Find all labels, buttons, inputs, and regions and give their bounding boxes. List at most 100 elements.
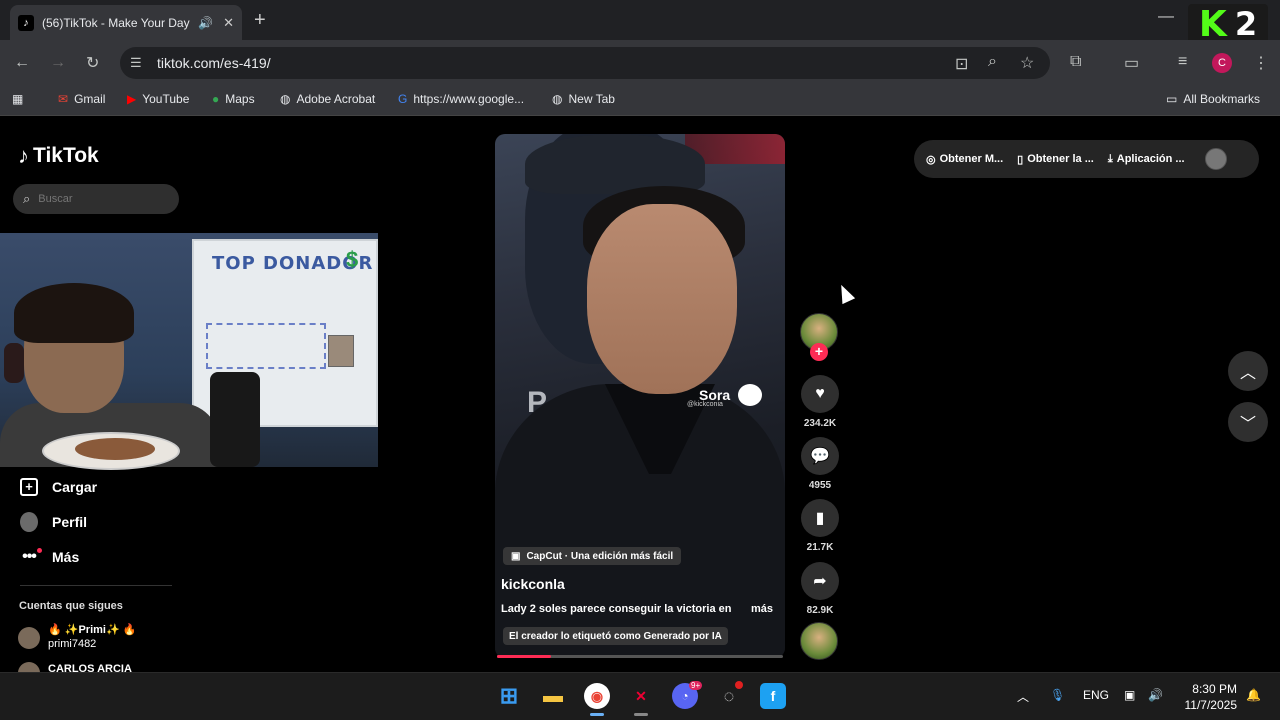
sora-watermark-handle: @kickconia	[687, 401, 723, 408]
tiktok-top-actions: ◎ Obtener M... ▯ Obtener la ... ⤓ Aplicació…	[914, 140, 1259, 178]
following-account[interactable]: CARLOS ARCIA	[18, 662, 132, 672]
account-display-name: CARLOS ARCIA	[48, 663, 132, 672]
windows-start-icon[interactable]: ⊞	[496, 683, 522, 709]
more-link[interactable]: más	[751, 603, 773, 615]
globe-icon: ◍	[280, 92, 291, 106]
site-info-icon[interactable]: ☰	[130, 55, 142, 71]
ai-generated-label[interactable]: El creador lo etiquetó como Generado por…	[503, 627, 728, 645]
extensions-icon[interactable]: ⧉	[1070, 53, 1081, 71]
capcut-tag[interactable]: ▣ CapCut · Una edición más fácil	[503, 547, 682, 565]
whiteboard-frame	[206, 323, 326, 369]
profile-avatar[interactable]: C	[1212, 53, 1232, 73]
video-face	[587, 204, 737, 394]
search-box[interactable]: ⌕	[13, 184, 179, 214]
media-controls-icon[interactable]: ≡	[1178, 53, 1187, 71]
video-username[interactable]: kickconla	[501, 576, 565, 592]
maps-pin-icon: ●	[212, 92, 220, 106]
save-button[interactable]: ▮	[801, 499, 839, 537]
comment-count: 4955	[808, 480, 832, 491]
running-indicator	[634, 713, 648, 716]
user-avatar[interactable]	[1204, 148, 1227, 170]
share-button[interactable]: ➦	[801, 562, 839, 600]
chrome-taskbar-icon[interactable]: ◉	[584, 683, 610, 709]
nav-perfil[interactable]: Perfil	[20, 512, 87, 532]
follow-plus-icon[interactable]: +	[810, 343, 828, 361]
reload-icon[interactable]: ↻	[86, 53, 99, 73]
chevron-down-icon: ﹀	[1239, 416, 1256, 433]
gmail-icon: ✉	[58, 92, 69, 106]
bookmark-google[interactable]: Ghttps://www.google...	[398, 92, 524, 106]
streamer-hair	[14, 283, 134, 343]
phone-icon: ▯	[1017, 153, 1024, 166]
upload-plus-icon: +	[20, 478, 38, 496]
clock-date: 11/7/2025	[1184, 698, 1238, 712]
video-cap	[525, 134, 705, 194]
save-count: 21.7K	[806, 542, 834, 553]
account-handle: primi7482	[48, 638, 97, 650]
new-tab-icon[interactable]: +	[254, 9, 266, 32]
folder-icon: ▭	[1166, 92, 1178, 106]
get-coins-button[interactable]: ◎ Obtener M...	[926, 153, 1003, 166]
audio-playing-icon[interactable]: 🔊	[198, 16, 213, 30]
desktop-app-button[interactable]: ⤓ Aplicación ...	[1108, 153, 1185, 166]
capcut-icon: ▣	[511, 550, 521, 562]
like-count: 234.2K	[803, 418, 837, 429]
tab-search-icon[interactable]: ▭	[1124, 53, 1139, 73]
app-f-taskbar-icon[interactable]: f	[760, 683, 786, 709]
search-input[interactable]	[38, 193, 159, 205]
bookmark-gmail[interactable]: ✉ Gmail	[58, 92, 105, 106]
all-bookmarks[interactable]: ▭ All Bookmarks	[1166, 92, 1260, 106]
browser-tab-tiktok[interactable]: ♪ (56)TikTok - Make Your Day 🔊 ✕	[10, 5, 242, 40]
previous-video-button[interactable]: ︿	[1228, 351, 1268, 391]
tab-title: (56)TikTok - Make Your Day	[42, 15, 190, 30]
tray-chevron-up-icon[interactable]: ︿	[1017, 688, 1029, 705]
back-arrow-icon[interactable]: ←	[14, 54, 30, 72]
video-progress-fill	[497, 655, 552, 658]
following-account[interactable]: 🔥 ✨Primi✨ 🔥 primi7482	[18, 623, 136, 651]
like-button[interactable]: ♥	[801, 375, 839, 413]
more-dots-icon: •••	[20, 548, 42, 566]
tiktok-logo[interactable]: ♪ TikTok	[18, 143, 99, 169]
sora-logo-icon	[738, 384, 763, 406]
file-explorer-icon[interactable]: ▬	[540, 683, 566, 709]
bookmark-star-icon[interactable]: ☆	[1020, 53, 1034, 73]
language-indicator[interactable]: ENG	[1083, 688, 1109, 702]
video-progress-bar[interactable]	[497, 655, 783, 658]
forward-arrow-icon[interactable]: →	[50, 54, 66, 72]
zoom-icon[interactable]: ⌕	[988, 53, 997, 71]
window-minimize-icon[interactable]: —	[1158, 8, 1174, 26]
tab-close-icon[interactable]: ✕	[223, 15, 234, 31]
bookmark-youtube[interactable]: ▶ YouTube	[127, 92, 189, 106]
apps-grid-icon[interactable]: ▦	[12, 92, 23, 106]
network-icon[interactable]: ▣	[1124, 688, 1135, 702]
tiktok-favicon-icon: ♪	[18, 14, 34, 31]
bookmark-maps[interactable]: ● Maps	[212, 92, 255, 106]
chrome-menu-icon[interactable]: ⋮	[1253, 53, 1269, 73]
system-clock[interactable]: 8:30 PM 11/7/2025	[1180, 681, 1238, 713]
download-icon: ⤓	[1107, 152, 1113, 165]
comment-icon: 💬	[810, 448, 830, 465]
notification-icon[interactable]: 🔔	[1246, 688, 1261, 702]
volume-icon[interactable]: 🔊	[1148, 688, 1163, 702]
nav-cargar[interactable]: + Cargar	[20, 478, 97, 496]
bookmark-new-tab[interactable]: ◍ New Tab	[552, 92, 615, 106]
avatar	[18, 662, 40, 672]
share-count: 82.9K	[806, 605, 834, 616]
food	[75, 438, 155, 460]
bookmark-adobe[interactable]: ◍ Adobe Acrobat	[280, 92, 375, 106]
next-video-button[interactable]: ﹀	[1228, 402, 1268, 442]
sidebar-divider	[20, 585, 172, 586]
microphone-icon[interactable]: 🎙	[1050, 688, 1065, 702]
sound-avatar[interactable]	[800, 622, 838, 660]
nav-mas[interactable]: ••• Más	[20, 548, 79, 566]
following-heading: Cuentas que sigues	[19, 600, 123, 612]
capcut-taskbar-icon[interactable]: ✕	[628, 683, 654, 709]
tiktok-note-icon: ♪	[18, 143, 29, 168]
install-app-icon[interactable]: ⊡	[955, 54, 968, 74]
comment-button[interactable]: 💬	[801, 437, 839, 475]
search-icon: ⌕	[23, 191, 31, 206]
fan	[210, 372, 260, 467]
url-text[interactable]: tiktok.com/es-419/	[157, 55, 271, 71]
get-app-button[interactable]: ▯ Obtener la ...	[1017, 153, 1094, 166]
webcam-overlay: TOP DONADOR $	[0, 233, 378, 467]
